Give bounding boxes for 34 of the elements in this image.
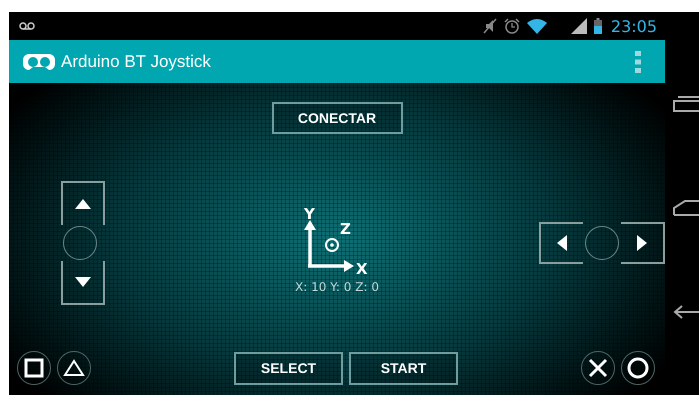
axes-drawing: Y Z X <box>302 206 372 276</box>
joystick-knob[interactable] <box>585 226 619 260</box>
alarm-icon <box>504 18 520 34</box>
circle-button[interactable] <box>621 351 655 385</box>
cross-icon <box>588 358 608 378</box>
left-button[interactable] <box>539 222 583 264</box>
square-icon <box>24 358 44 378</box>
down-arrow-icon <box>75 276 91 286</box>
axes-reading: X: 10 Y: 0 Z: 0 <box>295 280 379 294</box>
select-button[interactable]: SELECT <box>234 352 343 384</box>
home-icon[interactable] <box>673 200 699 216</box>
circle-icon <box>627 357 649 379</box>
joystick-knob[interactable] <box>63 226 97 260</box>
left-arrow-icon <box>557 234 567 250</box>
start-button[interactable]: START <box>349 352 458 384</box>
connect-button[interactable]: CONECTAR <box>272 102 402 134</box>
up-button[interactable] <box>61 180 105 224</box>
app-title: Arduino BT Joystick <box>61 52 211 72</box>
status-time: 23:05 <box>610 16 657 36</box>
cross-button[interactable] <box>581 351 615 385</box>
down-button[interactable] <box>61 260 105 304</box>
voicemail-icon <box>19 22 35 30</box>
triangle-button[interactable] <box>57 351 91 385</box>
wifi-icon <box>526 18 547 34</box>
app-logo-icon <box>23 52 55 70</box>
recent-apps-icon[interactable] <box>673 96 699 112</box>
mute-icon <box>482 18 497 34</box>
signal-icon <box>570 18 587 34</box>
battery-icon <box>594 18 602 34</box>
back-icon[interactable] <box>673 304 699 321</box>
right-arrow-icon <box>637 234 647 250</box>
square-button[interactable] <box>17 351 51 385</box>
up-arrow-icon <box>75 198 91 208</box>
triangle-icon <box>63 359 85 377</box>
